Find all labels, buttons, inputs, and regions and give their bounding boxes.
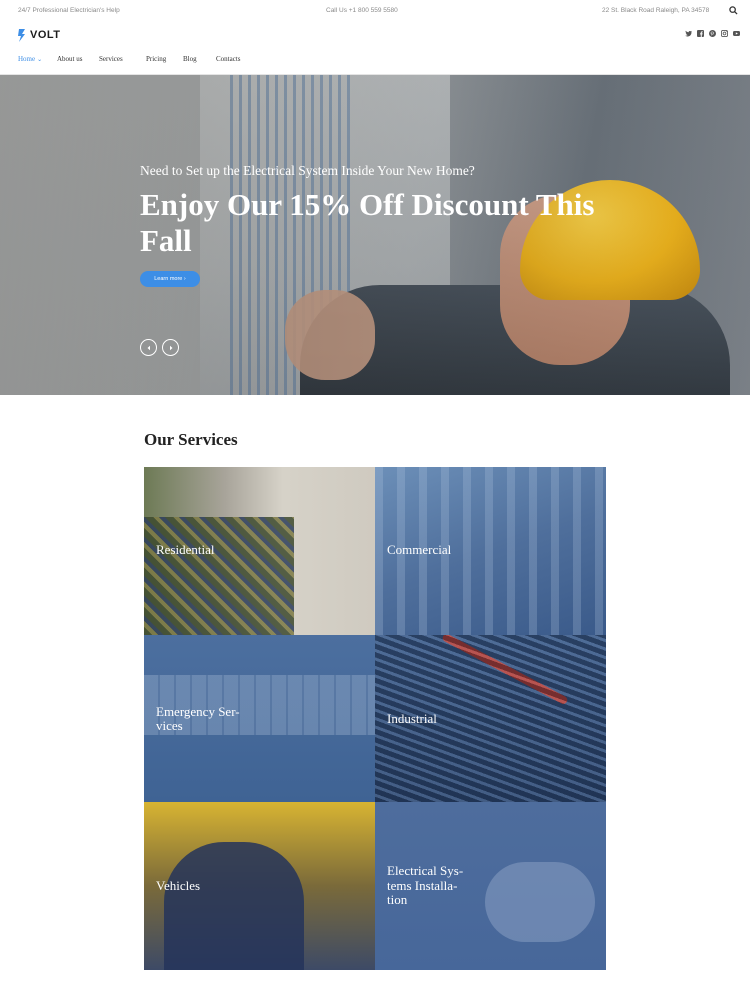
service-tile-residential[interactable]: Residential — [144, 467, 375, 635]
instagram-icon[interactable] — [721, 30, 728, 37]
twitter-icon[interactable] — [685, 30, 692, 37]
service-label: Commercial — [387, 542, 452, 557]
service-tile-industrial[interactable]: Industrial — [375, 634, 606, 803]
hero-slider: Need to Set up the Electrical System Ins… — [0, 75, 750, 395]
search-icon[interactable] — [729, 6, 738, 15]
services-heading: Our Services — [144, 430, 238, 449]
youtube-icon[interactable] — [733, 30, 740, 37]
top-bar: 24/7 Professional Electrician's Help Cal… — [0, 0, 750, 22]
address: 22 St. Black Road Raleigh, PA 34578 — [602, 7, 710, 14]
service-label: Residential — [156, 542, 215, 557]
logo[interactable]: VOLT — [18, 28, 61, 42]
learn-more-label: Learn more — [154, 276, 183, 282]
chevron-down-icon: ⌄ — [37, 57, 43, 63]
social-links — [685, 30, 740, 37]
service-label: Industrial — [387, 710, 437, 726]
slider-prev-button[interactable] — [140, 339, 157, 356]
service-tile-commercial[interactable]: Commercial — [375, 467, 606, 635]
nav-item-home[interactable]: Home ⌄ — [18, 55, 42, 63]
nav-item-pricing[interactable]: Pricing — [146, 55, 166, 63]
logo-text: VOLT — [30, 29, 61, 41]
nav-item-label: Home — [18, 55, 36, 63]
hero-subtitle: Need to Set up the Electrical System Ins… — [140, 163, 475, 178]
arrow-right-icon: › — [183, 276, 186, 282]
nav-item-blog[interactable]: Blog — [183, 55, 197, 63]
phone-number[interactable]: Call Us +1 800 559 5580 — [326, 7, 398, 14]
service-tile-vehicles[interactable]: Vehicles — [144, 802, 375, 971]
nav-item-about-us[interactable]: About us — [57, 55, 82, 63]
services-grid: Residential Commercial Emergency Ser- vi… — [144, 467, 606, 971]
main-nav: Home ⌄ About us Services Pricing Blog Con… — [0, 53, 750, 75]
service-tile-emergency-services[interactable]: Emergency Ser- vices — [144, 634, 375, 803]
pinterest-icon[interactable] — [709, 30, 716, 37]
chevron-left-icon — [147, 345, 150, 350]
facebook-icon[interactable] — [697, 30, 704, 37]
service-label: Emergency Ser- vices — [156, 703, 240, 734]
nav-item-services[interactable]: Services — [99, 55, 123, 63]
learn-more-button[interactable]: Learn more › — [140, 271, 200, 287]
chevron-right-icon — [169, 345, 172, 350]
hero-title: Enjoy Our 15% Off Discount This Fall — [140, 187, 595, 258]
service-label: Vehicles — [156, 878, 201, 894]
bolt-icon — [18, 28, 25, 42]
slider-next-button[interactable] — [162, 339, 179, 356]
service-label: Electrical Sys- tems Installa- tion — [387, 863, 464, 908]
service-tile-electrical-systems-installation[interactable]: Electrical Sys- tems Installa- tion — [375, 802, 606, 971]
nav-item-contacts[interactable]: Contacts — [216, 55, 241, 63]
tagline: 24/7 Professional Electrician's Help — [18, 7, 120, 14]
